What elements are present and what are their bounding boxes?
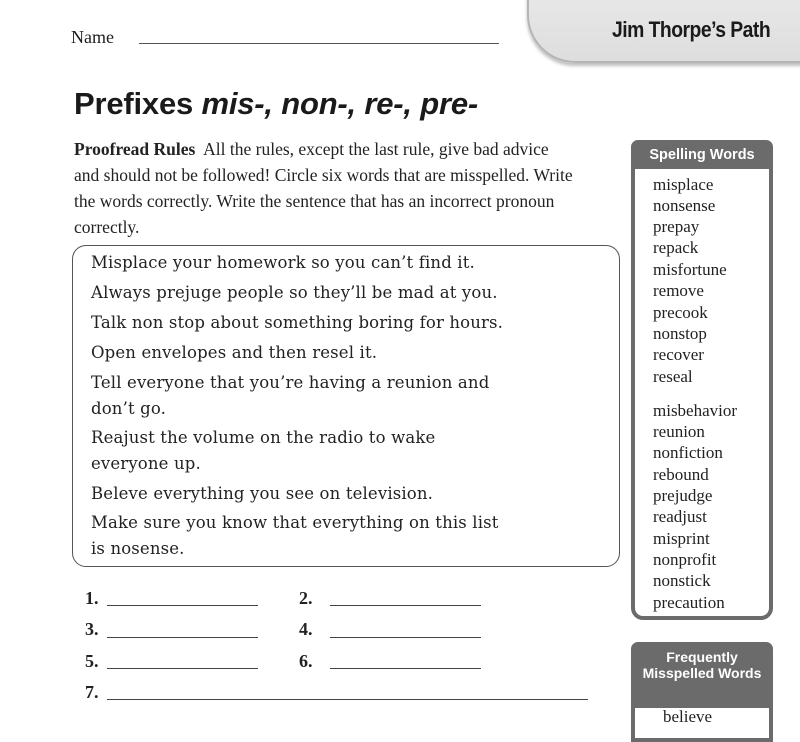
answer-number: 6. (299, 651, 313, 671)
name-field[interactable] (139, 43, 499, 44)
spelling-word: reseal (653, 367, 693, 386)
answer-number: 2. (299, 588, 313, 608)
spelling-word: prejudge (653, 486, 713, 505)
rule-line: Misplace your homework so you can’t find… (91, 253, 475, 272)
spelling-word: nonsense (653, 196, 716, 215)
rule-line: don’t go. (91, 399, 167, 418)
instructions: Proofread Rules All the rules, except th… (74, 136, 574, 240)
spelling-word: prepay (653, 217, 700, 236)
frequently-misspelled-box: Frequently Misspelled Words (631, 642, 773, 742)
page-title-prefix: Prefixes (74, 86, 202, 121)
spelling-words-title: Spelling Words (635, 144, 769, 169)
rule-line: everyone up. (91, 454, 201, 473)
spelling-word: precaution (653, 593, 725, 612)
spelling-word: rebound (653, 465, 709, 484)
rule-line: Reajust the volume on the radio to wake (91, 428, 436, 447)
answer-number: 7. (85, 682, 99, 702)
answer-line-1[interactable] (107, 605, 258, 606)
spelling-word: misbehavior (653, 401, 738, 420)
answer-line-4[interactable] (330, 637, 481, 638)
rule-line: Beleve everything you see on television. (91, 484, 434, 503)
rule-line: Open envelopes and then resel it. (91, 343, 378, 362)
name-label: Name (71, 27, 114, 47)
rule-line: Talk non stop about something boring for… (91, 313, 504, 332)
spelling-word: misprint (653, 529, 710, 548)
answer-number: 4. (299, 619, 313, 639)
answer-number: 1. (85, 588, 99, 608)
page-title-parts: mis-, non-, re-, pre- (201, 86, 478, 121)
rule-line: Tell everyone that you’re having a reuni… (91, 373, 490, 392)
spelling-word: nonstop (653, 324, 707, 343)
spelling-word: repack (653, 238, 699, 257)
answer-line-6[interactable] (330, 668, 481, 669)
spelling-word: readjust (653, 507, 707, 526)
spelling-word: misfortune (653, 260, 727, 279)
story-title: Jim Thorpe’s Path (612, 17, 771, 42)
answer-number: 3. (85, 619, 99, 639)
spelling-word: precook (653, 303, 708, 322)
answer-line-5[interactable] (107, 668, 258, 669)
spelling-word: reunion (653, 422, 705, 441)
frequently-misspelled-word: believe (663, 707, 713, 726)
instructions-lead: Proofread Rules (74, 139, 196, 159)
spelling-word: misplace (653, 175, 714, 194)
answer-line-7[interactable] (107, 699, 588, 700)
rule-line: Always prejuge people so they’ll be mad … (91, 283, 498, 302)
spelling-word: nonfiction (653, 443, 723, 462)
answer-line-3[interactable] (107, 637, 258, 638)
frequently-misspelled-title: Frequently Misspelled Words (635, 646, 769, 708)
answer-line-2[interactable] (330, 605, 481, 606)
spelling-word: nonprofit (653, 550, 717, 569)
spelling-word: nonstick (653, 571, 711, 590)
spelling-word: recover (653, 345, 704, 364)
rule-line: is nosense. (91, 539, 185, 558)
answer-number: 5. (85, 651, 99, 671)
rule-line: Make sure you know that everything on th… (91, 513, 499, 532)
spelling-word: remove (653, 281, 704, 300)
page-title: Prefixes mis-, non-, re-, pre- (74, 86, 478, 122)
